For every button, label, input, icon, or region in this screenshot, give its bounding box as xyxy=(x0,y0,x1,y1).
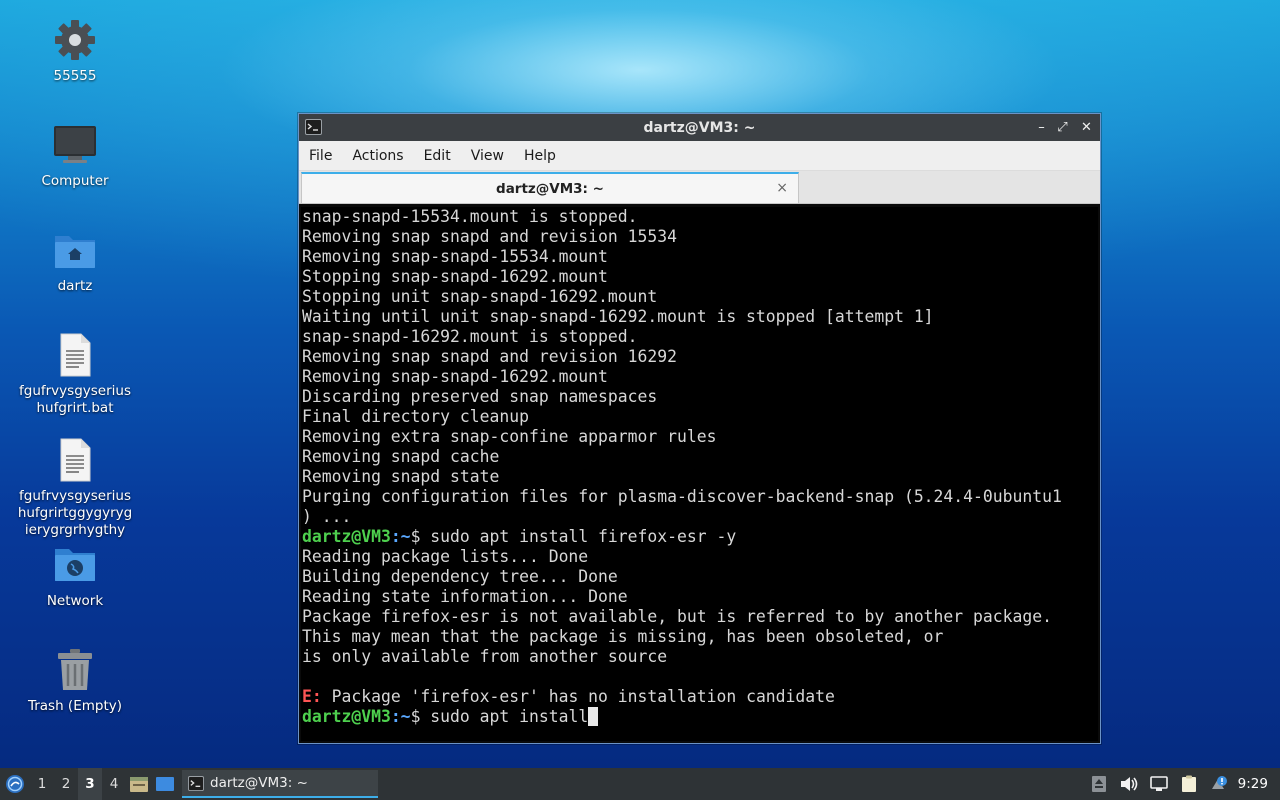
show-desktop-icon[interactable] xyxy=(152,768,178,800)
output-line: Waiting until unit snap-snapd-16292.moun… xyxy=(302,307,934,326)
menu-actions[interactable]: Actions xyxy=(342,148,413,164)
command-input[interactable]: sudo apt install xyxy=(420,707,588,726)
output-line: Final directory cleanup xyxy=(302,407,529,426)
update-notifier-icon[interactable] xyxy=(1204,768,1234,800)
window-titlebar[interactable]: dartz@VM3: ~ – ⤢ ✕ xyxy=(299,114,1100,141)
output-line: Removing snapd cache xyxy=(302,447,500,466)
prompt-user: dartz@VM3 xyxy=(302,707,391,726)
home-folder-icon xyxy=(51,226,99,274)
desktop-icon-label: dartz xyxy=(57,278,93,294)
desktop-icon-bat-file[interactable]: fgufrvysgyserius hufgrirt.bat xyxy=(10,331,140,417)
text-file-icon xyxy=(51,331,99,379)
clipboard-icon[interactable] xyxy=(1174,768,1204,800)
eject-icon[interactable] xyxy=(1084,768,1114,800)
terminal-window[interactable]: dartz@VM3: ~ – ⤢ ✕ File Actions Edit Vie… xyxy=(298,113,1101,744)
clock[interactable]: 9:29 xyxy=(1234,776,1280,792)
output-line: ) ... xyxy=(302,507,352,526)
terminal-task-icon xyxy=(188,775,204,791)
workspace-2[interactable]: 2 xyxy=(54,768,78,800)
menu-file[interactable]: File xyxy=(299,148,342,164)
desktop-icon-computer[interactable]: Computer xyxy=(10,121,140,190)
prompt-user: dartz@VM3 xyxy=(302,527,391,546)
workspace-4[interactable]: 4 xyxy=(102,768,126,800)
command-text: sudo apt install firefox-esr -y xyxy=(420,527,737,546)
desktop-icon-label: Network xyxy=(46,593,104,609)
output-line: Purging configuration files for plasma-d… xyxy=(302,487,1062,506)
output-line: Reading package lists... Done xyxy=(302,547,589,566)
desktop-icon-network[interactable]: Network xyxy=(10,541,140,610)
output-line: Removing snapd state xyxy=(302,467,500,486)
command-line: dartz@VM3:~$ sudo apt install firefox-es… xyxy=(301,527,1098,547)
tab-label: dartz@VM3: ~ xyxy=(496,180,604,197)
tab-bar: dartz@VM3: ~ × xyxy=(299,171,1100,204)
window-title: dartz@VM3: ~ xyxy=(643,119,756,136)
workspace-1[interactable]: 1 xyxy=(30,768,54,800)
menu-bar: File Actions Edit View Help xyxy=(299,141,1100,171)
current-command-line[interactable]: dartz@VM3:~$ sudo apt install xyxy=(301,707,1098,727)
minimize-button[interactable]: – xyxy=(1031,114,1052,141)
workspace-3[interactable]: 3 xyxy=(78,768,102,800)
output-line: This may mean that the package is missin… xyxy=(302,627,944,646)
desktop-icon-label: Trash (Empty) xyxy=(27,698,123,714)
desktop-icon-label: fgufrvysgyserius hufgrirt.bat xyxy=(19,383,131,416)
taskbar: 1 2 3 4 dartz@VM3: ~ 9:29 xyxy=(0,768,1280,800)
output-line: is only available from another source xyxy=(302,647,668,666)
menu-help[interactable]: Help xyxy=(514,148,566,164)
menu-view[interactable]: View xyxy=(461,148,514,164)
output-line: Removing extra snap-confine apparmor rul… xyxy=(302,427,717,446)
prompt-symbol: $ xyxy=(410,707,421,726)
output-line: Building dependency tree... Done xyxy=(302,567,618,586)
network-folder-icon xyxy=(51,541,99,589)
output-line: Stopping unit snap-snapd-16292.mount xyxy=(302,287,658,306)
output-line: Stopping snap-snapd-16292.mount xyxy=(302,267,608,286)
output-line: Removing snap snapd and revision 15534 xyxy=(302,227,677,246)
monitor-icon xyxy=(51,121,99,169)
terminal-tab[interactable]: dartz@VM3: ~ × xyxy=(301,172,799,203)
output-line: snap-snapd-16292.mount is stopped. xyxy=(302,327,638,346)
trash-icon xyxy=(51,646,99,694)
error-line: E: Package 'firefox-esr' has no installa… xyxy=(301,687,1098,707)
desktop-icon-55555[interactable]: 55555 xyxy=(10,16,140,85)
prompt-path: :~ xyxy=(390,707,411,726)
desktop-icon-label: 55555 xyxy=(53,68,97,84)
output-line: snap-snapd-15534.mount is stopped. xyxy=(302,207,638,226)
terminal-output[interactable]: snap-snapd-15534.mount is stopped. Remov… xyxy=(301,207,1098,741)
output-line: Removing snap-snapd-15534.mount xyxy=(302,247,608,266)
prompt-symbol: $ xyxy=(410,527,421,546)
close-button[interactable]: ✕ xyxy=(1073,114,1100,141)
lubuntu-logo-icon xyxy=(6,775,24,793)
start-menu-button[interactable] xyxy=(0,768,30,800)
taskbar-terminal-label: dartz@VM3: ~ xyxy=(210,775,308,791)
desktop-icon-dartz[interactable]: dartz xyxy=(10,226,140,295)
terminal-app-icon xyxy=(305,119,322,135)
file-manager-launcher-icon[interactable] xyxy=(126,768,152,800)
system-tray: 9:29 xyxy=(1084,768,1280,800)
output-line: Removing snap snapd and revision 16292 xyxy=(302,347,677,366)
desktop-icon-label: Computer xyxy=(41,173,109,189)
desktop-icon-label: fgufrvysgyserius hufgrirtggygyryg ierygr… xyxy=(17,488,133,538)
tab-close-icon[interactable]: × xyxy=(776,180,788,196)
volume-icon[interactable] xyxy=(1114,768,1144,800)
error-prefix: E: xyxy=(302,687,322,706)
output-line: Reading state information... Done xyxy=(302,587,628,606)
prompt-path: :~ xyxy=(390,527,411,546)
desktop-icon-trash[interactable]: Trash (Empty) xyxy=(10,646,140,715)
menu-edit[interactable]: Edit xyxy=(414,148,461,164)
output-line: Removing snap-snapd-16292.mount xyxy=(302,367,608,386)
text-cursor xyxy=(588,707,599,726)
taskbar-terminal-button[interactable]: dartz@VM3: ~ xyxy=(182,770,378,798)
text-file-icon xyxy=(51,436,99,484)
maximize-button[interactable]: ⤢ xyxy=(1052,114,1073,141)
output-line: Discarding preserved snap namespaces xyxy=(302,387,658,406)
error-text: Package 'firefox-esr' has no installatio… xyxy=(321,687,835,706)
gear-icon xyxy=(51,16,99,64)
network-status-icon[interactable] xyxy=(1144,768,1174,800)
output-line: Package firefox-esr is not available, bu… xyxy=(302,607,1052,626)
desktop-icon-text-file[interactable]: fgufrvysgyserius hufgrirtggygyryg ierygr… xyxy=(10,436,140,539)
